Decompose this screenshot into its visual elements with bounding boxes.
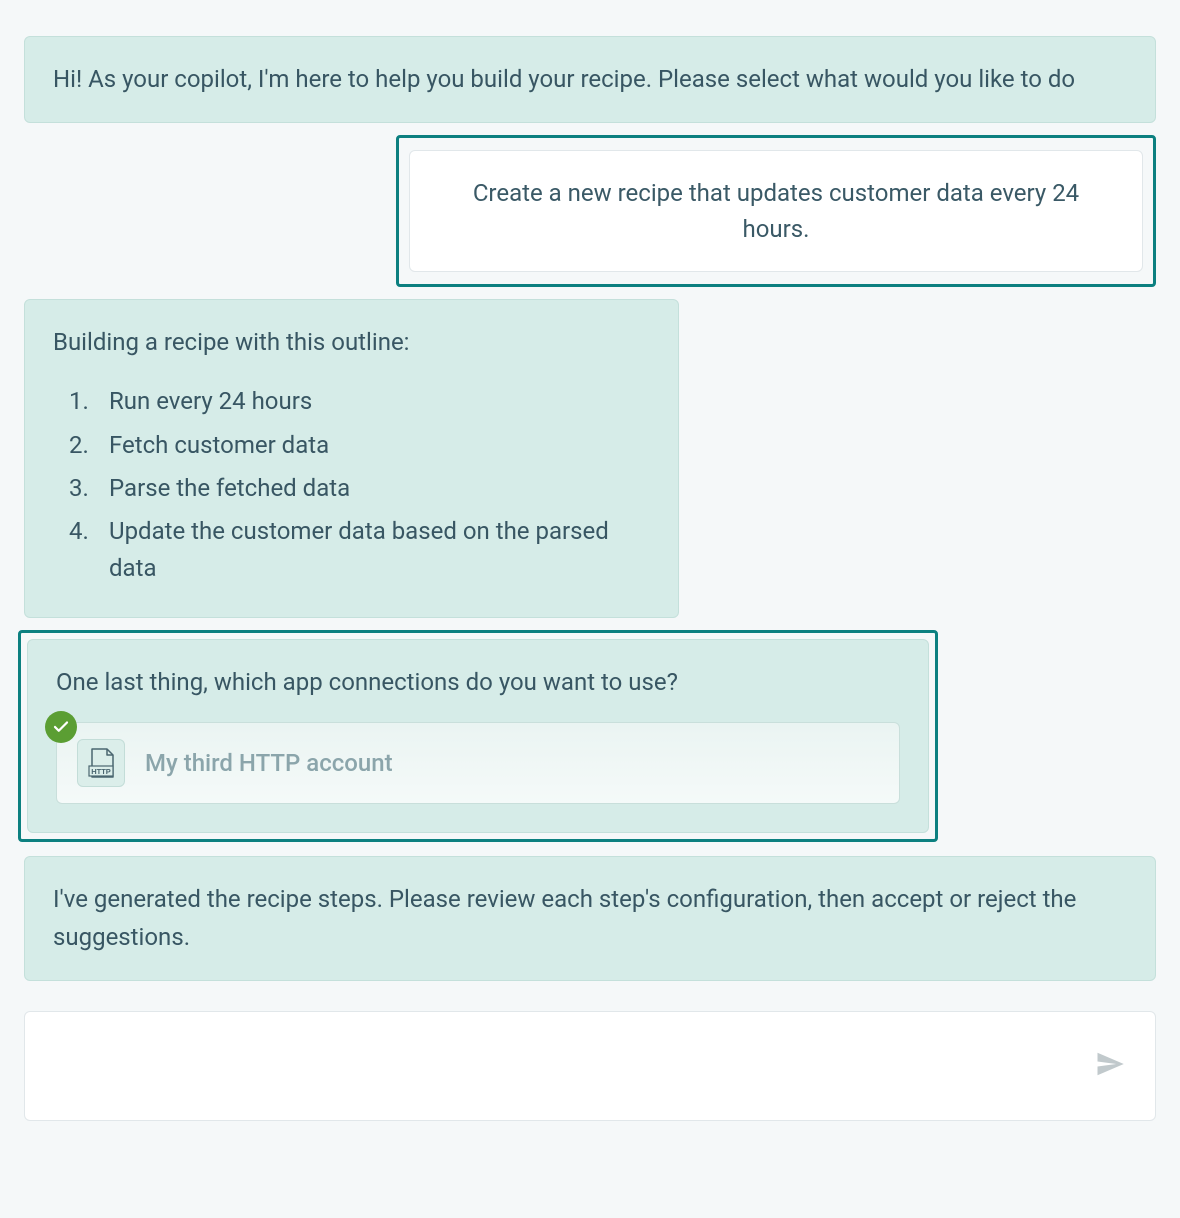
svg-text:HTTP: HTTP: [91, 767, 111, 776]
user-message-container: Create a new recipe that updates custome…: [24, 135, 1156, 287]
send-icon[interactable]: [1095, 1049, 1125, 1083]
chat-input[interactable]: [24, 1011, 1156, 1121]
user-message-highlight: Create a new recipe that updates custome…: [396, 135, 1156, 287]
outline-step: Update the customer data based on the pa…: [69, 513, 650, 587]
outline-steps-list: Run every 24 hours Fetch customer data P…: [53, 383, 650, 587]
outline-intro-text: Building a recipe with this outline:: [53, 324, 650, 361]
check-icon: [45, 711, 77, 743]
user-message: Create a new recipe that updates custome…: [409, 150, 1143, 272]
outline-step: Parse the fetched data: [69, 470, 650, 507]
connection-card[interactable]: HTTP My third HTTP account: [56, 722, 900, 804]
connections-prompt-text: One last thing, which app connections do…: [56, 664, 900, 700]
assistant-final-text: I've generated the recipe steps. Please …: [53, 885, 1076, 950]
assistant-greeting-message: Hi! As your copilot, I'm here to help yo…: [24, 36, 1156, 123]
http-file-icon: HTTP: [77, 739, 125, 787]
user-message-text: Create a new recipe that updates custome…: [473, 179, 1079, 243]
outline-step: Run every 24 hours: [69, 383, 650, 420]
assistant-outline-message: Building a recipe with this outline: Run…: [24, 299, 679, 618]
outline-step: Fetch customer data: [69, 427, 650, 464]
assistant-final-message: I've generated the recipe steps. Please …: [24, 856, 1156, 980]
connection-name: My third HTTP account: [145, 745, 393, 781]
assistant-greeting-text: Hi! As your copilot, I'm here to help yo…: [53, 65, 1075, 93]
assistant-connections-message: One last thing, which app connections do…: [27, 639, 929, 833]
connections-highlight: One last thing, which app connections do…: [18, 630, 938, 842]
